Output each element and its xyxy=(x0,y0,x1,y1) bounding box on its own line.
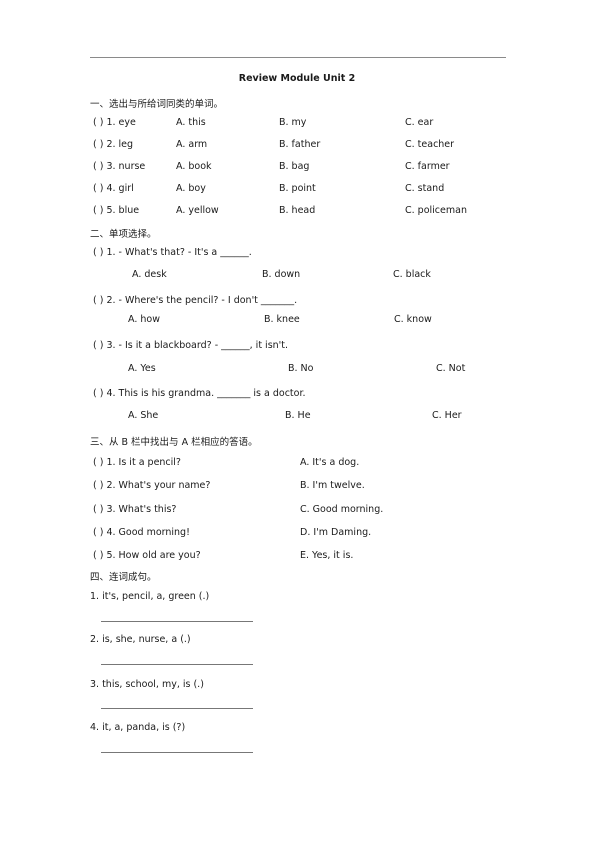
s1-q2-option-c: C. teacher xyxy=(405,139,455,150)
header-rule xyxy=(90,57,506,58)
s3-q3: ( ) 3. What's this? xyxy=(93,504,177,515)
s1-q4-option-c: C. stand xyxy=(405,183,445,194)
s1-q4: ( ) 4. girl xyxy=(93,183,134,194)
s3-q2: ( ) 2. What's your name? xyxy=(93,480,211,491)
s2-q3-option-b: B. No xyxy=(288,363,314,374)
s4-q1: 1. it's, pencil, a, green (.) xyxy=(90,591,210,602)
s2-q1-option-b: B. down xyxy=(262,269,301,280)
s1-q1-option-b: B. my xyxy=(279,117,307,128)
s3-q1: ( ) 1. Is it a pencil? xyxy=(93,457,181,468)
s4-q2: 2. is, she, nurse, a (.) xyxy=(90,634,191,645)
s3-answer-b: B. I'm twelve. xyxy=(300,480,365,491)
s3-answer-c: C. Good morning. xyxy=(300,504,384,515)
s1-q5-option-a: A. yellow xyxy=(176,205,219,216)
section2-heading: 二、单项选择。 xyxy=(90,229,157,240)
s4-q3-answer-line[interactable] xyxy=(101,708,253,709)
s2-q1: ( ) 1. - What's that? - It's a ______. xyxy=(93,247,252,258)
s3-q5: ( ) 5. How old are you? xyxy=(93,550,201,561)
s2-q1-option-c: C. black xyxy=(393,269,431,280)
s4-q3: 3. this, school, my, is (.) xyxy=(90,679,204,690)
s3-q4: ( ) 4. Good morning! xyxy=(93,527,190,538)
s1-q5-option-b: B. head xyxy=(279,205,316,216)
section1-heading: 一、选出与所给词同类的单词。 xyxy=(90,99,224,110)
s1-q4-option-a: A. boy xyxy=(176,183,206,194)
s1-q5-option-c: C. policeman xyxy=(405,205,467,216)
s2-q2: ( ) 2. - Where's the pencil? - I don't _… xyxy=(93,295,298,306)
s2-q2-option-b: B. knee xyxy=(264,314,300,325)
s3-answer-a: A. It's a dog. xyxy=(300,457,360,468)
s3-answer-e: E. Yes, it is. xyxy=(300,550,354,561)
s1-q5: ( ) 5. blue xyxy=(93,205,140,216)
s2-q2-option-c: C. know xyxy=(394,314,432,325)
s3-answer-d: D. I'm Daming. xyxy=(300,527,372,538)
s1-q2: ( ) 2. leg xyxy=(93,139,134,150)
s2-q2-option-a: A. how xyxy=(128,314,160,325)
s1-q1-option-c: C. ear xyxy=(405,117,434,128)
s4-q4-answer-line[interactable] xyxy=(101,752,253,753)
s2-q3: ( ) 3. - Is it a blackboard? - ______, i… xyxy=(93,340,289,351)
s2-q3-option-a: A. Yes xyxy=(128,363,156,374)
s2-q4: ( ) 4. This is his grandma. _______ is a… xyxy=(93,388,306,399)
s1-q1-option-a: A. this xyxy=(176,117,206,128)
s2-q4-option-b: B. He xyxy=(285,410,311,421)
s1-q1: ( ) 1. eye xyxy=(93,117,136,128)
s2-q4-option-a: A. She xyxy=(128,410,159,421)
s1-q3-option-c: C. farmer xyxy=(405,161,450,172)
s4-q1-answer-line[interactable] xyxy=(101,621,253,622)
s1-q4-option-b: B. point xyxy=(279,183,316,194)
section3-heading: 三、从 B 栏中找出与 A 栏相应的答语。 xyxy=(90,437,258,448)
page-title: Review Module Unit 2 xyxy=(238,73,356,84)
s2-q4-option-c: C. Her xyxy=(432,410,462,421)
section4-heading: 四、连词成句。 xyxy=(90,572,157,583)
s4-q4: 4. it, a, panda, is (?) xyxy=(90,722,186,733)
s1-q2-option-a: A. arm xyxy=(176,139,208,150)
s2-q1-option-a: A. desk xyxy=(132,269,167,280)
s1-q3: ( ) 3. nurse xyxy=(93,161,146,172)
s2-q3-option-c: C. Not xyxy=(436,363,466,374)
s1-q2-option-b: B. father xyxy=(279,139,321,150)
s4-q2-answer-line[interactable] xyxy=(101,664,253,665)
s1-q3-option-b: B. bag xyxy=(279,161,310,172)
s1-q3-option-a: A. book xyxy=(176,161,212,172)
